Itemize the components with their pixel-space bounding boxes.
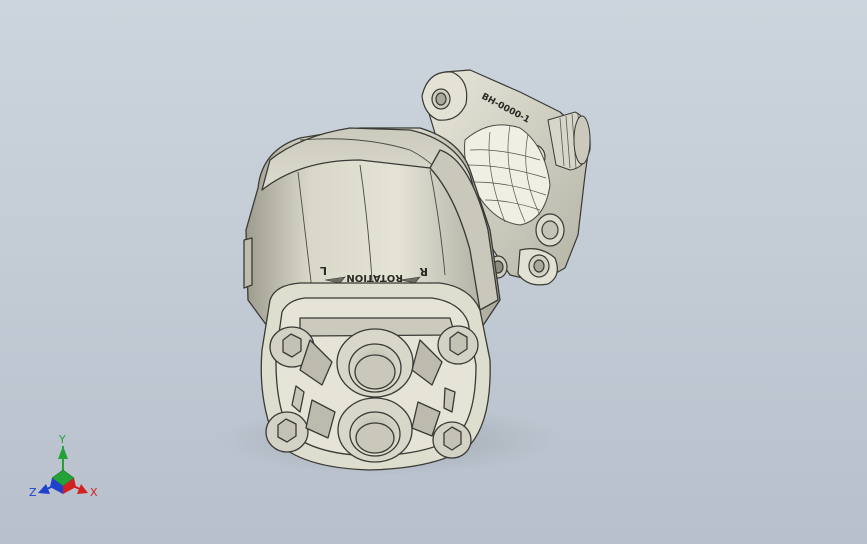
rotation-right-label: R (419, 265, 428, 278)
cover-bolt-top-right (437, 325, 479, 365)
orientation-triad[interactable]: Y X Z (29, 433, 98, 499)
triad-x-label: X (90, 486, 98, 499)
rotation-left-label: L (320, 264, 327, 277)
rotation-label: ROTATION (346, 272, 403, 283)
triad-y-label: Y (58, 433, 66, 446)
upper-port[interactable] (336, 328, 414, 398)
cad-viewport[interactable]: BH-0000-1 ROTATION L R Y X Z (0, 0, 867, 544)
lower-port[interactable] (337, 397, 413, 463)
cover-bolt-bottom-right (432, 421, 472, 459)
cover-bolt-bottom-left (265, 411, 309, 453)
model-view[interactable]: BH-0000-1 ROTATION L R Y X Z (0, 0, 867, 544)
triad-z-label: Z (29, 486, 37, 499)
front-cover[interactable] (260, 282, 491, 471)
